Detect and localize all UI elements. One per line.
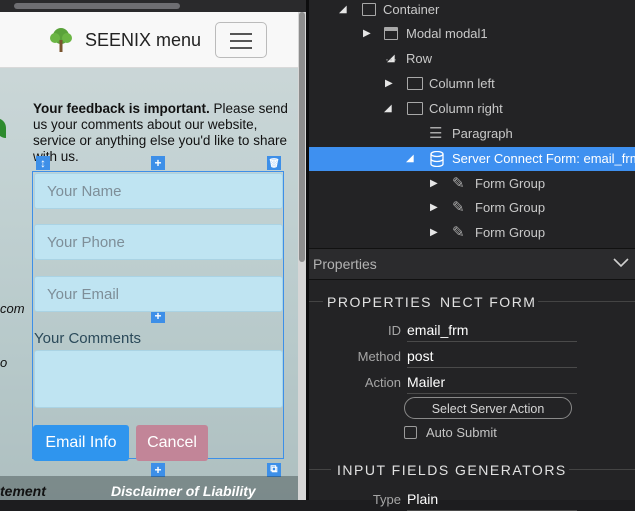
tree-item-column-right[interactable]: ◢ Column right [309, 97, 635, 121]
tree-item-modal[interactable]: ▶ Modal modal1 [309, 22, 635, 46]
tree-item-label: Column left [429, 76, 495, 91]
collapse-arrow-icon[interactable]: ◢ [339, 0, 347, 22]
auto-submit-label: Auto Submit [426, 425, 497, 440]
database-icon [430, 151, 444, 167]
email-info-button[interactable]: Email Info [33, 425, 129, 461]
column-icon [407, 102, 423, 115]
design-canvas[interactable]: SEENIX menu Your feedback is important. … [0, 0, 306, 500]
tree-item-form-group[interactable]: ▶ ✎ Form Group [309, 221, 635, 245]
tree-item-label: Row [406, 51, 433, 66]
tree-item-label: Container [383, 2, 440, 17]
menu-bar-icon [230, 33, 252, 35]
section-divider [569, 469, 635, 470]
method-label: Method [357, 349, 401, 364]
auto-submit-checkbox[interactable] [404, 426, 417, 439]
container-icon [362, 3, 376, 16]
hamburger-menu-button[interactable] [215, 22, 267, 58]
tree-item-row[interactable]: ◢ ··· Row [309, 47, 635, 71]
row-icon: ··· [385, 52, 397, 66]
tree-item-label: Form Group [475, 176, 546, 191]
tree-item-label: Form Group [475, 225, 546, 240]
tree-logo-icon [50, 28, 72, 52]
action-input[interactable]: Mailer [407, 374, 577, 394]
add-before-icon[interactable]: + [151, 156, 165, 170]
menu-bar-icon [230, 47, 252, 49]
menu-bar-icon [230, 40, 252, 42]
expand-arrow-icon[interactable]: ▶ [385, 72, 393, 96]
tree-item-container[interactable]: ◢ Container [309, 0, 635, 22]
cancel-button[interactable]: Cancel [136, 425, 208, 461]
tree-item-server-connect-form[interactable]: ◢ Server Connect Form: email_frm [309, 147, 635, 171]
properties-panel-header[interactable]: Properties [309, 248, 635, 280]
section-divider [309, 301, 323, 302]
feedback-heading: Your feedback is important. [33, 101, 210, 116]
chevron-down-icon[interactable] [613, 258, 629, 268]
properties-header-label: Properties [313, 256, 377, 272]
section-title: PROPERTIES [327, 294, 432, 310]
tree-item-label: Modal modal1 [406, 26, 488, 41]
collapse-arrow-icon[interactable]: ◢ [384, 97, 392, 121]
expand-arrow-icon[interactable]: ▶ [430, 221, 438, 245]
generators-section-title: INPUT FIELDS GENERATORS [337, 462, 567, 478]
tree-item-label: Column right [429, 101, 503, 116]
comments-label: Your Comments [34, 330, 141, 347]
tree-item-form-group[interactable]: ▶ ✎ Form Group [309, 196, 635, 220]
tree-item-form-group[interactable]: ▶ ✎ Form Group [309, 172, 635, 196]
tree-item-column-left[interactable]: ▶ Column left [309, 72, 635, 96]
scrollbar-thumb[interactable] [14, 3, 180, 9]
section-divider [309, 469, 331, 470]
id-input[interactable]: email_frm [407, 322, 577, 342]
disclaimer-link[interactable]: Disclaimer of Liability [111, 483, 256, 499]
expand-arrow-icon[interactable]: ▶ [430, 196, 438, 220]
leaf-decoration [0, 118, 6, 138]
select-server-action-button[interactable]: Select Server Action [404, 397, 572, 419]
tree-item-paragraph[interactable]: ☰ Paragraph [309, 122, 635, 146]
tree-item-label: Server Connect Form: email_frm [452, 151, 635, 166]
comments-textarea[interactable] [34, 350, 283, 408]
column-icon [407, 77, 423, 90]
scrollbar-thumb[interactable] [299, 12, 305, 262]
method-select[interactable]: post [407, 348, 577, 368]
modal-icon [384, 27, 398, 40]
cut-off-text: com [0, 301, 25, 316]
cut-off-text: o [0, 355, 8, 370]
structure-panel: ◢ Container ▶ Modal modal1 ◢ ··· Row ▶ C… [309, 0, 635, 511]
name-input[interactable]: Your Name [34, 173, 283, 209]
section-divider [538, 301, 635, 302]
collapse-arrow-icon[interactable]: ◢ [406, 147, 414, 171]
delete-icon[interactable]: 🗑 [267, 156, 281, 170]
email-input[interactable]: Your Email [34, 276, 283, 312]
tree-item-label: Form Group [475, 200, 546, 215]
pencil-icon: ✎ [452, 224, 465, 241]
add-after-icon[interactable]: + [151, 463, 165, 477]
type-select[interactable]: Plain [407, 491, 577, 511]
pencil-icon: ✎ [452, 175, 465, 192]
id-label: ID [388, 323, 401, 338]
action-label: Action [364, 375, 401, 390]
move-handle-icon[interactable]: ↕ [36, 156, 50, 170]
expand-arrow-icon[interactable]: ▶ [363, 22, 371, 46]
pencil-icon: ✎ [452, 199, 465, 216]
vertical-scrollbar[interactable] [298, 12, 306, 500]
horizontal-scrollbar[interactable] [0, 0, 306, 12]
navbar: SEENIX menu [0, 12, 298, 68]
brand-name[interactable]: SEENIX menu [85, 30, 201, 51]
duplicate-icon[interactable]: ⧉ [267, 463, 281, 477]
phone-input[interactable]: Your Phone [34, 224, 283, 260]
section-title-suffix: NECT FORM [440, 294, 537, 310]
paragraph-icon: ☰ [429, 125, 443, 142]
expand-arrow-icon[interactable]: ▶ [430, 172, 438, 196]
tree-item-label: Paragraph [452, 126, 513, 141]
footer-link-left[interactable]: tement [0, 483, 46, 499]
